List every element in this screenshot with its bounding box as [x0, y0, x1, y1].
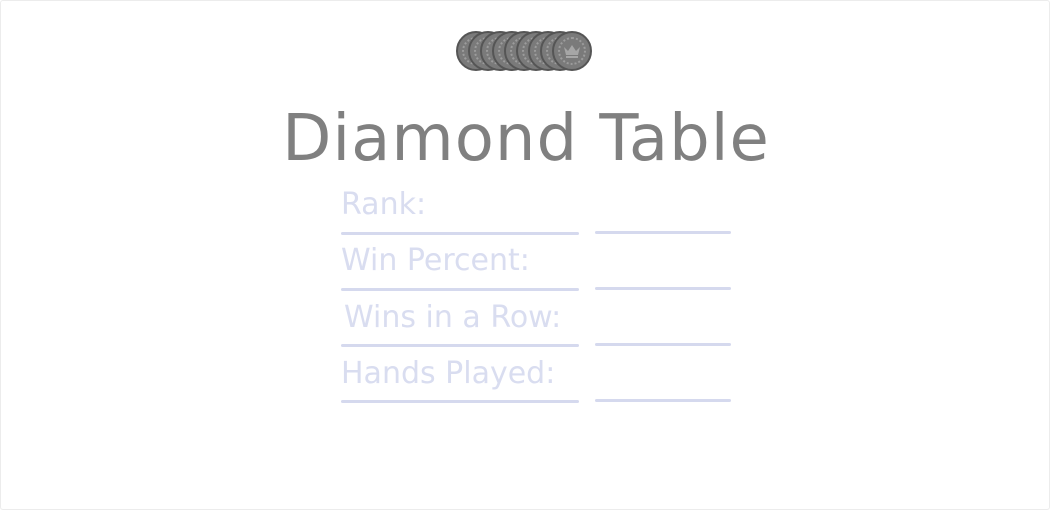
stat-label-hands-played: Hands Played: — [341, 356, 556, 391]
game-window: Diamond Table Rank: Win Percent: Wins in… — [0, 0, 1050, 510]
divider — [341, 400, 579, 403]
divider — [341, 288, 579, 291]
poker-chip-top — [552, 31, 592, 71]
table-title: Diamond Table — [282, 102, 770, 176]
stat-label-win-percent: Win Percent: — [341, 243, 530, 278]
divider — [341, 344, 579, 347]
crown-icon — [564, 45, 580, 58]
stat-label-wins-in-a-row: Wins in a Row: — [344, 300, 562, 335]
chip-stack — [456, 31, 596, 75]
divider — [595, 287, 731, 290]
divider — [595, 399, 731, 402]
divider — [595, 231, 731, 234]
divider — [341, 232, 579, 235]
divider — [595, 343, 731, 346]
stat-label-rank: Rank: — [341, 187, 427, 222]
